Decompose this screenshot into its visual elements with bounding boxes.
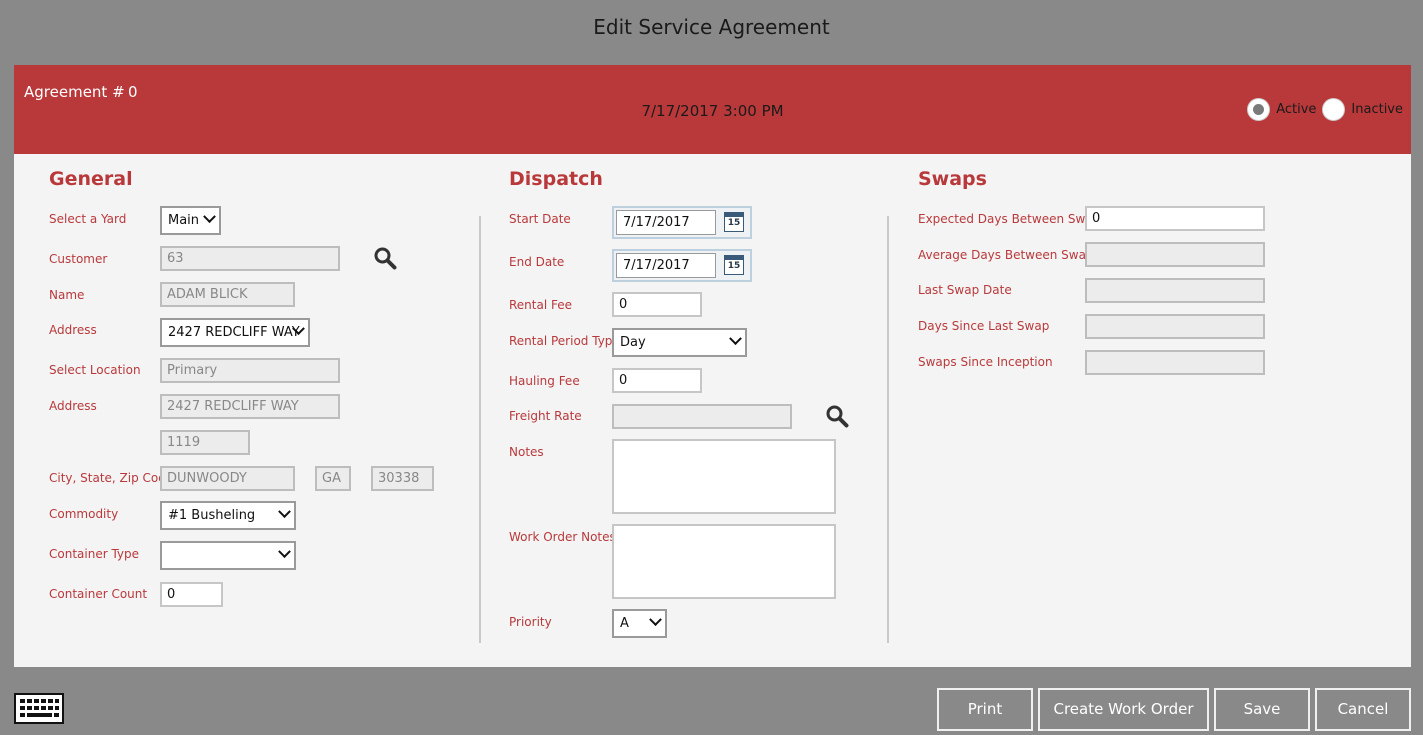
- notes-label: Notes: [509, 445, 544, 459]
- swaps-since-inception-label: Swaps Since Inception: [918, 355, 1053, 369]
- container-type-select[interactable]: [160, 541, 296, 570]
- general-section-title: General: [49, 168, 133, 190]
- notes-textarea[interactable]: [612, 439, 836, 514]
- location-label: Select Location: [49, 363, 141, 377]
- priority-select[interactable]: A: [612, 609, 667, 638]
- address2-line2-field[interactable]: 1119: [160, 430, 250, 455]
- print-button[interactable]: Print: [937, 688, 1033, 731]
- dispatch-section-title: Dispatch: [509, 168, 603, 190]
- customer-search-icon[interactable]: [373, 246, 397, 270]
- name-label: Name: [49, 288, 85, 302]
- commodity-select-value: #1 Busheling: [168, 508, 256, 523]
- rental-period-label: Rental Period Type: [509, 334, 620, 348]
- expected-days-field[interactable]: 0: [1085, 206, 1265, 231]
- container-count-field[interactable]: 0: [160, 582, 223, 607]
- status-radio-group: Active Inactive: [1247, 98, 1403, 121]
- priority-label: Priority: [509, 615, 552, 629]
- agreement-datetime: 7/17/2017 3:00 PM: [641, 102, 784, 120]
- priority-select-value: A: [620, 616, 629, 631]
- create-work-order-button[interactable]: Create Work Order: [1038, 688, 1209, 731]
- chevron-down-icon: [203, 210, 216, 224]
- start-date-picker: 7/17/2017 15: [612, 206, 752, 239]
- calendar-day: 15: [727, 218, 741, 228]
- average-days-label: Average Days Between Swaps: [918, 248, 1100, 262]
- end-date-picker: 7/17/2017 15: [612, 249, 752, 282]
- state-field[interactable]: GA: [315, 466, 351, 491]
- agreement-number: 0: [128, 83, 138, 101]
- rental-fee-label: Rental Fee: [509, 298, 573, 312]
- start-date-input[interactable]: 7/17/2017: [616, 210, 716, 235]
- commodity-label: Commodity: [49, 507, 119, 521]
- yard-select-value: Main: [168, 213, 200, 228]
- commodity-select[interactable]: #1 Busheling: [160, 501, 296, 530]
- chevron-down-icon: [278, 505, 291, 519]
- address2-label: Address: [49, 399, 97, 413]
- swaps-since-inception-field[interactable]: [1085, 350, 1265, 375]
- hauling-fee-field[interactable]: 0: [612, 368, 702, 393]
- end-date-input[interactable]: 7/17/2017: [616, 253, 716, 278]
- work-order-notes-label: Work Order Notes: [509, 530, 616, 544]
- address-select-value: 2427 REDCLIFF WAY: [168, 325, 300, 340]
- rental-period-select-value: Day: [620, 335, 646, 350]
- save-button[interactable]: Save: [1214, 688, 1310, 731]
- keyboard-keys-icon: [20, 699, 59, 717]
- city-state-zip-label: City, State, Zip Code: [49, 471, 174, 485]
- agreement-header: Agreement # 0 7/17/2017 3:00 PM Active I…: [14, 65, 1411, 154]
- location-field[interactable]: Primary: [160, 358, 340, 383]
- chevron-down-icon: [278, 545, 291, 559]
- inactive-radio-label[interactable]: Inactive: [1351, 102, 1403, 117]
- form-panel: General Select a Yard Main Customer 63 N…: [14, 154, 1411, 667]
- customer-field[interactable]: 63: [160, 246, 340, 271]
- end-date-label: End Date: [509, 255, 565, 269]
- days-since-last-swap-label: Days Since Last Swap: [918, 319, 1050, 333]
- freight-rate-label: Freight Rate: [509, 409, 582, 423]
- rental-fee-field[interactable]: 0: [612, 292, 702, 317]
- average-days-field[interactable]: [1085, 242, 1265, 267]
- address-label: Address: [49, 323, 97, 337]
- address-select[interactable]: 2427 REDCLIFF WAY: [160, 318, 310, 347]
- inactive-radio[interactable]: [1322, 98, 1346, 121]
- address2-field[interactable]: 2427 REDCLIFF WAY: [160, 394, 340, 419]
- section-divider: [887, 216, 889, 643]
- calendar-day: 15: [727, 261, 741, 271]
- name-field[interactable]: ADAM BLICK: [160, 282, 295, 307]
- city-field[interactable]: DUNWOODY: [160, 466, 295, 491]
- customer-label: Customer: [49, 252, 108, 266]
- swaps-section-title: Swaps: [918, 168, 987, 190]
- zip-field[interactable]: 30338: [371, 466, 434, 491]
- freight-rate-field[interactable]: [612, 404, 792, 429]
- section-divider: [479, 216, 481, 643]
- active-radio[interactable]: [1247, 98, 1271, 121]
- last-swap-date-label: Last Swap Date: [918, 283, 1012, 297]
- cancel-button[interactable]: Cancel: [1315, 688, 1411, 731]
- work-order-notes-textarea[interactable]: [612, 524, 836, 599]
- yard-select[interactable]: Main: [160, 206, 221, 235]
- rental-period-select[interactable]: Day: [612, 328, 747, 357]
- start-date-label: Start Date: [509, 212, 571, 226]
- calendar-icon[interactable]: 15: [724, 212, 744, 232]
- container-count-label: Container Count: [49, 587, 148, 601]
- calendar-icon[interactable]: 15: [724, 255, 744, 275]
- agreement-label: Agreement #: [24, 83, 125, 101]
- chevron-down-icon: [729, 332, 742, 346]
- last-swap-date-field[interactable]: [1085, 278, 1265, 303]
- yard-label: Select a Yard: [49, 212, 127, 226]
- freight-search-icon[interactable]: [825, 404, 849, 428]
- hauling-fee-label: Hauling Fee: [509, 374, 580, 388]
- expected-days-label: Expected Days Between Swaps: [918, 212, 1107, 226]
- days-since-last-swap-field[interactable]: [1085, 314, 1265, 339]
- keyboard-icon[interactable]: [14, 693, 64, 724]
- container-type-label: Container Type: [49, 547, 140, 561]
- active-radio-label[interactable]: Active: [1276, 102, 1316, 117]
- chevron-down-icon: [649, 613, 662, 627]
- dialog-title: Edit Service Agreement: [593, 15, 830, 39]
